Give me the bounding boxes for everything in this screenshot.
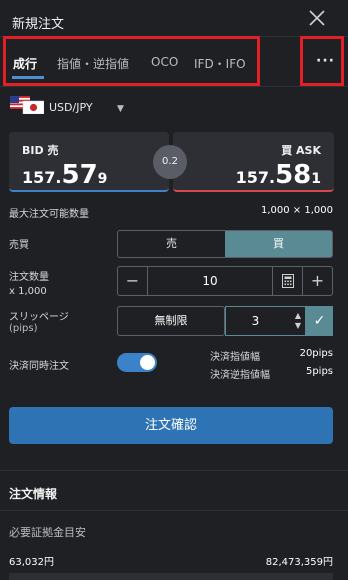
margin-left-value: 63,032円 xyxy=(9,557,54,568)
buy-button[interactable]: 買 xyxy=(225,231,332,257)
ask-label: 買 ASK xyxy=(281,144,321,157)
bottom-bar xyxy=(9,573,333,580)
settle-limit-value: 20pips xyxy=(299,348,333,359)
quantity-unit: x 1,000 xyxy=(9,286,47,297)
decrement-button[interactable]: − xyxy=(118,267,148,295)
calculator-icon[interactable] xyxy=(272,267,302,295)
spinner-arrows-icon[interactable]: ▲ ▼ xyxy=(295,311,301,331)
settle-order-label: 決済同時注文 xyxy=(9,361,69,372)
bid-price-button[interactable]: BID 売 157.579 xyxy=(9,132,169,192)
settle-stop-value: 5pips xyxy=(305,366,333,377)
max-qty-label: 最大注文可能数量 xyxy=(9,209,89,220)
margin-right-value: 82,473,359円 xyxy=(265,557,333,568)
slippage-unit: (pips) xyxy=(9,323,38,334)
bid-label: BID 売 xyxy=(22,144,59,157)
close-icon[interactable] xyxy=(308,9,326,27)
toggle-knob xyxy=(140,355,155,370)
panel-title: 新規注文 xyxy=(12,17,65,32)
unlimited-slippage-button[interactable]: 無制限 xyxy=(117,306,225,336)
currency-pair-label[interactable]: USD/JPY xyxy=(49,101,93,114)
divider xyxy=(0,470,348,471)
quantity-stepper: − 10 + xyxy=(117,266,333,296)
quantity-label: 注文数量 xyxy=(9,272,49,283)
margin-label: 必要証拠金目安 xyxy=(9,526,86,539)
chevron-down-icon[interactable]: ▼ xyxy=(117,104,124,114)
order-info-title: 注文情報 xyxy=(9,487,58,501)
settle-order-toggle[interactable] xyxy=(117,353,157,372)
order-confirm-button[interactable]: 注文確認 xyxy=(9,407,333,444)
divider xyxy=(0,510,348,511)
quantity-input[interactable]: 10 xyxy=(148,267,272,295)
usd-jpy-flag-icon xyxy=(10,96,44,114)
settle-limit-label: 決済指値幅 xyxy=(210,352,260,363)
slippage-value: 3 xyxy=(251,314,260,328)
spread-badge: 0.2 xyxy=(153,145,187,179)
max-qty-value: 1,000 × 1,000 xyxy=(261,205,333,216)
side-label: 売買 xyxy=(9,240,29,251)
increment-button[interactable]: + xyxy=(302,267,332,295)
sell-button[interactable]: 売 xyxy=(118,231,225,257)
highlight-box-tabs xyxy=(3,36,260,86)
highlight-box-more xyxy=(300,36,344,86)
ask-price: 157.581 xyxy=(235,160,321,190)
divider xyxy=(0,86,348,87)
slippage-input[interactable]: 3 ▲ ▼ xyxy=(225,306,306,336)
side-toggle: 売 買 xyxy=(117,230,333,258)
slippage-label: スリッページ xyxy=(9,312,69,323)
ask-price-button[interactable]: 買 ASK 157.581 xyxy=(173,132,334,192)
slippage-confirm-button[interactable]: ✓ xyxy=(306,306,333,336)
bid-price: 157.579 xyxy=(22,160,108,190)
settle-stop-label: 決済逆指値幅 xyxy=(210,370,270,381)
